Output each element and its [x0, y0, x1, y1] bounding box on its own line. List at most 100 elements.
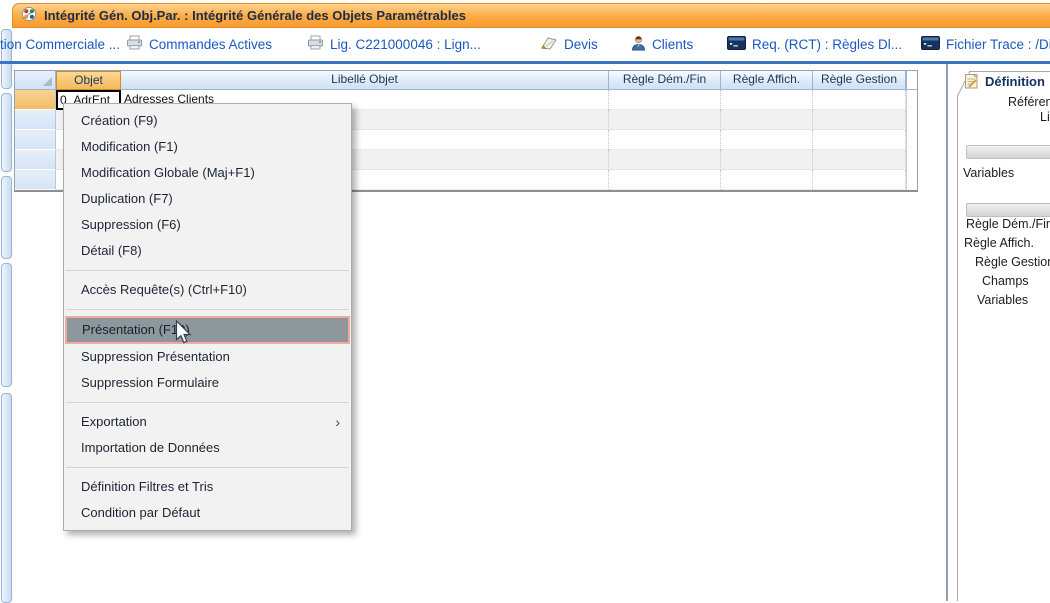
menu-item-label: Détail (F8) [81, 243, 142, 258]
group-separator-bar [966, 145, 1050, 159]
cell-regle-gestion [813, 130, 906, 150]
tab-label: tion Commerciale ... [0, 37, 120, 52]
terminal-icon [921, 36, 940, 53]
docked-tab[interactable] [1, 263, 12, 387]
panel-splitter[interactable] [946, 64, 948, 601]
row-header[interactable] [15, 130, 56, 150]
menu-separator [64, 396, 351, 409]
cell-regle-affich [721, 110, 813, 130]
field-label-regle-gestion: Règle Gestion [975, 255, 1050, 269]
column-header-libelle-objet[interactable]: Libellé Objet [121, 71, 609, 90]
column-header-objet[interactable]: Objet [56, 71, 121, 90]
row-header[interactable] [15, 150, 56, 170]
corner-triangle-icon [43, 77, 52, 86]
tab-fichier-trace[interactable]: Fichier Trace : /Dia [921, 29, 1050, 59]
menu-item-label: Accès Requête(s) (Ctrl+F10) [81, 282, 247, 297]
quill-icon [540, 35, 558, 54]
printer-icon [126, 35, 143, 53]
menu-item-label: Définition Filtres et Tris [81, 479, 213, 494]
docked-panel-strip [0, 0, 12, 601]
submenu-chevron-icon: › [335, 409, 340, 435]
menu-item-suppression-presentation[interactable]: Suppression Présentation [64, 344, 351, 370]
cell-regle-affich [721, 130, 813, 150]
tab-label: Commandes Actives [149, 37, 272, 52]
column-header-regle-affich[interactable]: Règle Affich. [721, 71, 813, 90]
menu-item-label: Condition par Défaut [81, 505, 200, 520]
menu-item-importation-donnees[interactable]: Importation de Données [64, 435, 351, 461]
row-header[interactable] [15, 90, 56, 110]
field-label-variables: Variables [963, 166, 1014, 180]
row-header[interactable] [15, 110, 56, 130]
menu-item-definition-filtres-tris[interactable]: Définition Filtres et Tris [64, 474, 351, 500]
menu-item-label: Modification Globale (Maj+F1) [81, 165, 255, 180]
menu-item-suppression[interactable]: Suppression (F6) [64, 212, 351, 238]
app-window: { "colors": { "titlebar_orange": "#fba33… [0, 0, 1050, 601]
printer-icon [307, 35, 324, 53]
docked-tab[interactable] [1, 176, 12, 259]
field-label-regle-dem: Règle Dém./Fin [966, 217, 1050, 231]
menu-separator [64, 461, 351, 474]
menu-item-label: Présentation (F10) [82, 322, 190, 337]
field-label-variables-2: Variables [977, 293, 1028, 307]
cell-regle-affich[interactable] [721, 90, 813, 110]
tab-lignes-commande[interactable]: Lig. C221000046 : Lign... [307, 29, 481, 59]
terminal-icon [727, 36, 746, 53]
tab-label: Clients [652, 37, 693, 52]
definition-panel-border [957, 96, 958, 601]
menu-item-label: Importation de Données [81, 440, 220, 455]
window-title: Intégrité Gén. Obj.Par. : Intégrité Géné… [44, 8, 466, 23]
cell-regle-affich [721, 150, 813, 170]
column-header-regle-gestion[interactable]: Règle Gestion [813, 71, 906, 90]
person-icon [631, 35, 646, 54]
tab-label: Req. (RCT) : Règles Dl... [752, 37, 902, 52]
menu-item-label: Suppression Formulaire [81, 375, 219, 390]
menu-item-label: Suppression Présentation [81, 349, 230, 364]
row-header[interactable] [15, 170, 56, 190]
mouse-cursor [175, 320, 193, 350]
cell-regle-dem-fin [609, 150, 721, 170]
menu-item-label: Exportation [81, 414, 147, 429]
menu-item-duplication[interactable]: Duplication (F7) [64, 186, 351, 212]
cell-regle-gestion [813, 150, 906, 170]
field-label-reference: Référence [1008, 95, 1050, 109]
field-label-champs: Champs [982, 274, 1029, 288]
menu-item-detail[interactable]: Détail (F8) [64, 238, 351, 264]
menu-item-acces-requetes[interactable]: Accès Requête(s) (Ctrl+F10) [64, 277, 351, 303]
menu-item-condition-par-defaut[interactable]: Condition par Défaut [64, 500, 351, 526]
docked-tab[interactable] [1, 393, 12, 603]
cell-regle-affich [721, 170, 813, 190]
menu-item-exportation[interactable]: Exportation › [64, 409, 351, 435]
menu-item-modification[interactable]: Modification (F1) [64, 134, 351, 160]
panel-tab-definition[interactable]: Définition [985, 74, 1045, 89]
scroll-lane [906, 110, 917, 130]
menu-item-label: Modification (F1) [81, 139, 178, 154]
cell-regle-gestion[interactable] [813, 90, 906, 110]
colorwheel-icon [21, 6, 37, 25]
cell-regle-gestion [813, 170, 906, 190]
table-corner-cell[interactable] [15, 71, 56, 90]
tab-label: Lig. C221000046 : Lign... [330, 37, 481, 52]
scroll-lane [906, 170, 917, 190]
docked-tab[interactable] [1, 93, 12, 172]
menu-item-presentation[interactable]: Présentation (F10) [65, 316, 350, 344]
tab-requete-regles[interactable]: Req. (RCT) : Règles Dl... [727, 29, 902, 59]
tab-clients[interactable]: Clients [631, 29, 693, 59]
field-label-regle-affich: Règle Affich. [964, 236, 1034, 250]
column-header-regle-dem-fin[interactable]: Règle Dém./Fin [609, 71, 721, 90]
menu-item-modification-globale[interactable]: Modification Globale (Maj+F1) [64, 160, 351, 186]
menu-item-suppression-formulaire[interactable]: Suppression Formulaire [64, 370, 351, 396]
tab-gestion-commerciale[interactable]: tion Commerciale ... [0, 29, 120, 59]
context-menu: Création (F9) Modification (F1) Modifica… [63, 103, 352, 531]
menu-item-label: Création (F9) [81, 113, 158, 128]
group-separator-bar [966, 203, 1050, 217]
menu-item-creation[interactable]: Création (F9) [64, 108, 351, 134]
window-titlebar[interactable]: Intégrité Gén. Obj.Par. : Intégrité Géné… [12, 3, 1050, 28]
tab-commandes-actives[interactable]: Commandes Actives [126, 29, 272, 59]
header-scroll-lane [906, 71, 917, 90]
cell-regle-dem-fin[interactable] [609, 90, 721, 110]
tab-devis[interactable]: Devis [540, 29, 598, 59]
scroll-lane [906, 90, 917, 110]
cell-regle-dem-fin [609, 130, 721, 150]
cell-regle-dem-fin [609, 110, 721, 130]
scroll-lane [906, 130, 917, 150]
